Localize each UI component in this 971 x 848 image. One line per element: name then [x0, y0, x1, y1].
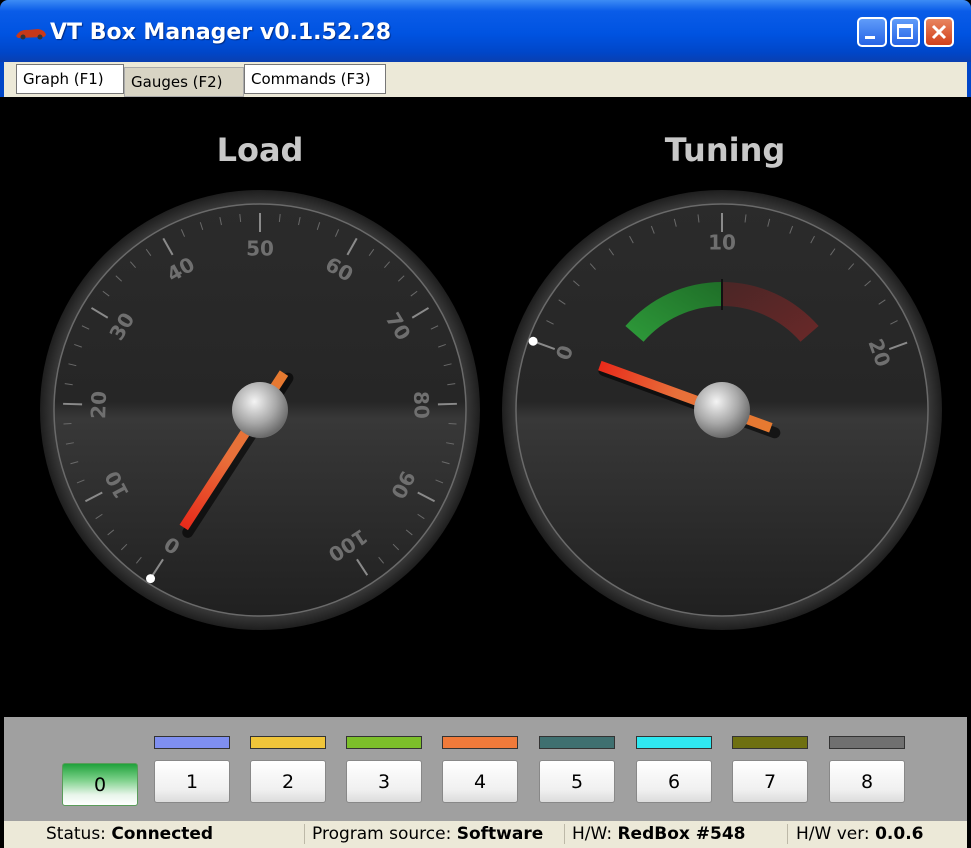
close-button[interactable]: [924, 17, 954, 47]
tuning-gauge-hub: [694, 382, 750, 438]
program-source-value: Software: [456, 824, 544, 844]
min-marker: [146, 574, 156, 584]
channel-8-button[interactable]: 8: [829, 760, 905, 803]
channel-2-color-swatch: [250, 736, 326, 749]
channel-4-button[interactable]: 4: [442, 760, 518, 803]
gauges-panel: Load Tuning 0 10 20 30 40 50 60 70 80 90…: [4, 97, 967, 717]
channel-3-color-swatch: [346, 736, 422, 749]
load-gauge-hub: [232, 382, 288, 438]
channel-3-button[interactable]: 3: [346, 760, 422, 803]
channel-4-color-swatch: [442, 736, 518, 749]
tab-strip: Graph (F1) Gauges (F2) Commands (F3): [0, 62, 971, 97]
status-value: Connected: [111, 824, 214, 844]
app-window: VT Box Manager v0.1.52.28 Graph (F1) Gau…: [0, 0, 971, 848]
channel-5-button[interactable]: 5: [539, 760, 615, 803]
hardware-label: H/W:: [572, 824, 613, 844]
maximize-icon: [897, 24, 913, 39]
app-car-icon: [16, 29, 46, 40]
gauge-tick-label: 50: [246, 237, 274, 261]
major-tick: [63, 402, 83, 406]
status-divider: [564, 824, 565, 844]
status-connection: Status: Connected: [46, 824, 213, 844]
status-bar: Status: Connected Program source: Softwa…: [4, 821, 967, 848]
channel-0-button[interactable]: 0: [62, 763, 138, 806]
status-divider: [304, 824, 305, 844]
minimize-icon: [865, 36, 875, 39]
tab-graph[interactable]: Graph (F1): [16, 64, 124, 94]
status-program-source: Program source: Software: [312, 824, 543, 844]
channel-5-color-swatch: [539, 736, 615, 749]
minor-tick: [448, 422, 457, 425]
status-hardware: H/W: RedBox #548: [572, 824, 746, 844]
title-bar[interactable]: VT Box Manager v0.1.52.28: [0, 0, 971, 62]
tab-commands[interactable]: Commands (F3): [244, 64, 386, 94]
status-hardware-version: H/W ver: 0.0.6: [796, 824, 923, 844]
hardware-value: RedBox #548: [617, 824, 746, 844]
tab-gauges[interactable]: Gauges (F2): [124, 67, 244, 97]
gauge-tick-label: 20: [86, 391, 111, 420]
channel-7-color-swatch: [732, 736, 808, 749]
close-icon: [931, 24, 947, 40]
channel-1-button[interactable]: 1: [154, 760, 230, 803]
minimize-button[interactable]: [857, 17, 887, 47]
minor-tick: [63, 422, 72, 425]
maximize-button[interactable]: [890, 17, 920, 47]
gauge-tick-label: 10: [708, 231, 736, 255]
load-gauge: 0102030405060708090100: [40, 190, 480, 630]
channel-6-color-swatch: [636, 736, 712, 749]
channel-1-color-swatch: [154, 736, 230, 749]
hardware-version-value: 0.0.6: [875, 824, 924, 844]
channel-7-button[interactable]: 7: [732, 760, 808, 803]
channel-6-button[interactable]: 6: [636, 760, 712, 803]
gauge-tick-label: 80: [409, 391, 434, 420]
program-source-label: Program source:: [312, 824, 452, 844]
status-label: Status:: [46, 824, 106, 844]
gauges-canvas: 0102030405060708090100 01020: [40, 190, 942, 630]
channel-8-color-swatch: [829, 736, 905, 749]
channel-2-button[interactable]: 2: [250, 760, 326, 803]
min-marker: [528, 336, 538, 346]
status-divider: [787, 824, 788, 844]
tuning-gauge: 01020: [502, 190, 942, 630]
major-tick: [437, 402, 457, 406]
hardware-version-label: H/W ver:: [796, 824, 870, 844]
window-title: VT Box Manager v0.1.52.28: [50, 20, 392, 45]
